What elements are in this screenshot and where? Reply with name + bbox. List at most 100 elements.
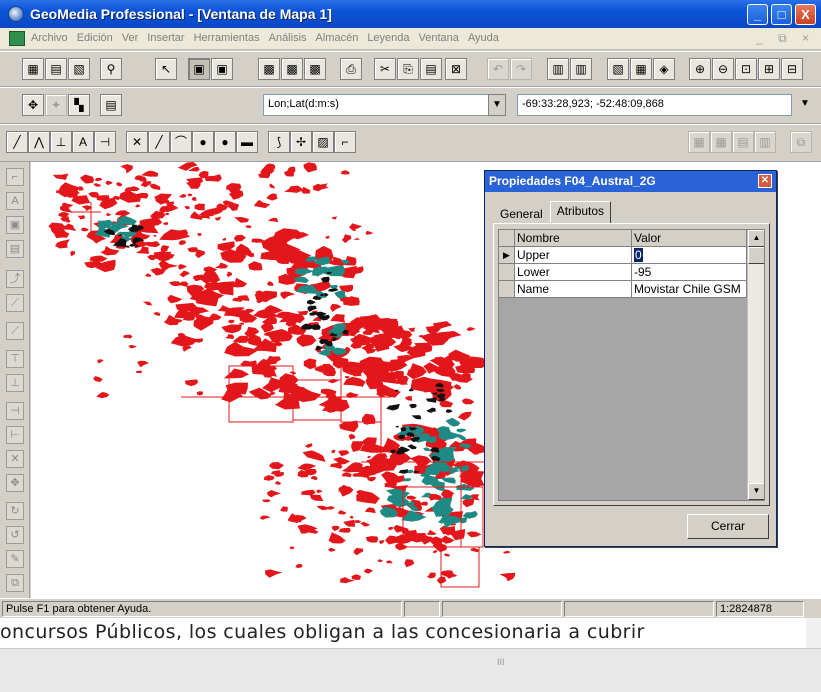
select-set-icon[interactable]: ▣ xyxy=(188,58,210,80)
place-icon[interactable]: ⌐ xyxy=(6,168,24,186)
document-scrollbar[interactable]: III xyxy=(0,648,821,692)
layers-icon[interactable]: ⧉ xyxy=(790,131,812,153)
layout-window-icon[interactable]: ▩ xyxy=(304,58,326,80)
place-vertex-icon[interactable]: ✦ xyxy=(45,94,67,116)
rotate-icon[interactable]: ↻ xyxy=(6,502,24,520)
mdi-controls[interactable]: _ ⧉ × xyxy=(756,31,815,46)
redo-icon[interactable]: ↷ xyxy=(510,58,532,80)
zoom-out-icon[interactable]: ⊖ xyxy=(712,58,734,80)
table-row[interactable]: Lower -95 xyxy=(499,264,747,281)
chevron-down-icon[interactable]: ▼ xyxy=(796,94,814,116)
save-workspace-icon[interactable]: ▧ xyxy=(68,58,90,80)
scroll-grip-icon[interactable]: III xyxy=(497,657,505,667)
query-icon[interactable]: ▦ xyxy=(630,58,652,80)
column-header-valor[interactable]: Valor xyxy=(632,230,747,247)
attribute-value-cell[interactable]: 0 xyxy=(632,247,747,264)
brush-icon[interactable]: ✎ xyxy=(6,550,24,568)
map-window-tool-icon[interactable]: ▩ xyxy=(258,58,280,80)
table-row[interactable]: ▶ Upper 0 xyxy=(499,247,747,264)
menu-item-edicion[interactable]: Edición xyxy=(77,32,113,44)
offset-icon[interactable]: ⊣ xyxy=(6,402,24,420)
menu-item-ver[interactable]: Ver xyxy=(122,32,139,44)
close-button[interactable]: X xyxy=(795,4,816,25)
fillet-icon[interactable]: ⌐ xyxy=(334,131,356,153)
globe-icon[interactable] xyxy=(8,6,24,22)
attribute-name[interactable]: Upper xyxy=(515,247,632,264)
table-icon[interactable]: ▤ xyxy=(732,131,754,153)
analysis-icon[interactable]: ◈ xyxy=(653,58,675,80)
split-tool-icon[interactable]: ⊤ xyxy=(6,350,24,368)
split-icon[interactable]: ✢ xyxy=(290,131,312,153)
print-icon[interactable]: ⎙ xyxy=(340,58,362,80)
rectangle-icon[interactable]: ▬ xyxy=(236,131,258,153)
map-window-icon[interactable] xyxy=(9,31,25,46)
menu-item-ayuda[interactable]: Ayuda xyxy=(468,32,499,44)
menu-item-almacen[interactable]: Almacén xyxy=(316,32,359,44)
fit-selected-icon[interactable]: ⊟ xyxy=(781,58,803,80)
properties-icon[interactable]: ▤ xyxy=(100,94,122,116)
maximize-button[interactable]: □ xyxy=(771,4,792,25)
select-set-2-icon[interactable]: ▣ xyxy=(211,58,233,80)
zoom-in-icon[interactable]: ⊕ xyxy=(689,58,711,80)
trim-icon[interactable]: ⟋ xyxy=(6,322,24,340)
tab-atributos[interactable]: Atributos xyxy=(549,201,612,224)
attribute-value[interactable]: -95 xyxy=(632,264,747,281)
minimize-button[interactable]: _ xyxy=(747,4,768,25)
legend-icon[interactable]: ▥ xyxy=(547,58,569,80)
grid-icon[interactable]: ▦ xyxy=(688,131,710,153)
attribute-value[interactable]: Movistar Chile GSM xyxy=(632,281,747,298)
attribute-name[interactable]: Lower xyxy=(515,264,632,281)
feature-icon[interactable]: ▧ xyxy=(607,58,629,80)
chart-icon[interactable]: ▥ xyxy=(754,131,776,153)
zoom-area-icon[interactable]: ⊡ xyxy=(735,58,757,80)
line-icon[interactable]: ╱ xyxy=(6,131,28,153)
dialog-title[interactable]: Propiedades F04_Austral_2G xyxy=(485,171,776,192)
place-point-icon[interactable]: ✥ xyxy=(22,94,44,116)
extend-icon[interactable]: ⟋ xyxy=(6,294,24,312)
coordinate-readout-input[interactable]: -69:33:28,923; -52:48:09,868 xyxy=(517,94,792,116)
intersect-icon[interactable]: ✕ xyxy=(126,131,148,153)
undo-icon[interactable]: ↶ xyxy=(487,58,509,80)
circle-icon[interactable]: ● xyxy=(192,131,214,153)
rotate-2-icon[interactable]: ↺ xyxy=(6,526,24,544)
attributes-grid[interactable]: Nombre Valor ▶ Upper 0 Lower -95 Name Mo… xyxy=(498,229,765,501)
tab-general[interactable]: General xyxy=(493,204,550,224)
pointer-icon[interactable]: ↖ xyxy=(155,58,177,80)
chevron-down-icon[interactable]: ▼ xyxy=(488,94,506,116)
diagonal-icon[interactable]: ╱ xyxy=(148,131,170,153)
cross-icon[interactable]: ✕ xyxy=(6,450,24,468)
menu-item-leyenda[interactable]: Leyenda xyxy=(367,32,409,44)
continue-icon[interactable]: ⤴ xyxy=(6,270,24,288)
select-tool-icon[interactable]: ⚲ xyxy=(100,58,122,80)
polyline-icon[interactable]: ⋀ xyxy=(28,131,50,153)
table-row[interactable]: Name Movistar Chile GSM xyxy=(499,281,747,298)
text-icon[interactable]: A xyxy=(72,131,94,153)
delete-icon[interactable]: ⊠ xyxy=(445,58,467,80)
align-icon[interactable]: ⊢ xyxy=(6,426,24,444)
scroll-thumb[interactable] xyxy=(748,247,764,264)
data-window-icon[interactable]: ▩ xyxy=(281,58,303,80)
move-icon[interactable]: ✥ xyxy=(6,474,24,492)
grid-scrollbar[interactable]: ▲ ▼ xyxy=(747,230,764,500)
snap-icon[interactable]: ⊥ xyxy=(50,131,72,153)
menu-item-archivo[interactable]: Archivo xyxy=(31,32,68,44)
attribute-name[interactable]: Name xyxy=(515,281,632,298)
paste-icon[interactable]: ▤ xyxy=(420,58,442,80)
fit-all-icon[interactable]: ⊞ xyxy=(758,58,780,80)
copy-feature-icon[interactable]: ⧉ xyxy=(6,574,24,592)
new-workspace-icon[interactable]: ▦ xyxy=(22,58,44,80)
attribute-value-selected[interactable]: 0 xyxy=(634,248,643,262)
menu-item-herramientas[interactable]: Herramientas xyxy=(194,32,260,44)
scroll-down-icon[interactable]: ▼ xyxy=(748,483,764,500)
grid-2-icon[interactable]: ▦ xyxy=(710,131,732,153)
style-icon[interactable]: ▥ xyxy=(570,58,592,80)
title-bar[interactable]: GeoMedia Professional - [Ventana de Mapa… xyxy=(0,0,821,28)
arc-icon[interactable]: ⌒ xyxy=(170,131,192,153)
open-workspace-icon[interactable]: ▤ xyxy=(45,58,67,80)
menu-item-analisis[interactable]: Análisis xyxy=(269,32,307,44)
annotation-icon[interactable]: ▣ xyxy=(6,216,24,234)
intersect-tool-icon[interactable]: ⊥ xyxy=(6,374,24,392)
edit-text-icon[interactable]: ▤ xyxy=(6,240,24,258)
dialog-close-button[interactable]: ✕ xyxy=(758,174,772,188)
menu-item-insertar[interactable]: Insertar xyxy=(147,32,184,44)
